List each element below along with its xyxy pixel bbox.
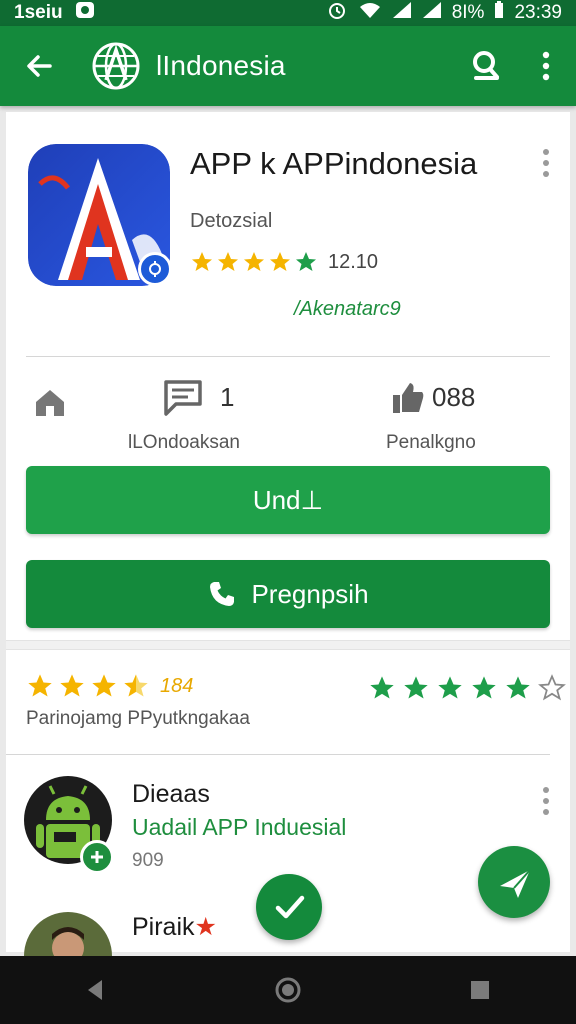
android-badge-icon — [80, 840, 114, 874]
call-button-label: Pregnpsih — [251, 578, 369, 609]
likes-count: 088 — [432, 382, 476, 412]
home-icon[interactable] — [32, 384, 68, 420]
review-author: Piraik★ — [132, 912, 217, 942]
app-detail-card: APP k APPindonesia Detozsial 12.10 /Aken… — [6, 112, 570, 1000]
star-icon — [244, 252, 264, 271]
star-half-icon — [124, 674, 148, 697]
star-icon — [270, 252, 290, 271]
app-name: APP k APPindonesia — [190, 146, 478, 181]
star-icon[interactable] — [402, 674, 430, 702]
check-icon — [275, 895, 305, 919]
notification-icon — [75, 1, 95, 25]
status-time: 23:39 — [514, 2, 562, 23]
app-rating-value: 12.10 — [328, 250, 379, 273]
system-nav-bar — [0, 956, 576, 1024]
phone-icon — [210, 582, 235, 606]
status-left: 1seiu — [14, 1, 95, 25]
star-icon — [60, 674, 84, 697]
nav-home-icon[interactable] — [274, 976, 302, 1004]
wifi-icon — [358, 1, 382, 25]
app-title: lIndonesia — [156, 50, 286, 81]
star-icon: ★ — [194, 913, 217, 941]
rate-this-app-stars[interactable] — [368, 674, 566, 702]
signal-icon-2 — [422, 1, 442, 25]
rating-summary: 184 Parinojamg PPyutkngakaa — [26, 672, 250, 729]
rating-summary-stars: 184 — [26, 672, 193, 700]
star-outline-icon[interactable] — [538, 674, 566, 702]
star-icon — [192, 252, 212, 271]
status-left-text: 1seiu — [14, 2, 63, 23]
star-icon[interactable] — [436, 674, 464, 702]
send-fab[interactable] — [478, 846, 550, 918]
star-icon — [92, 674, 116, 697]
search-icon[interactable] — [468, 48, 504, 84]
arrow-back-icon[interactable] — [20, 46, 60, 86]
battery-icon — [494, 1, 504, 25]
more-vert-icon[interactable] — [536, 784, 556, 818]
send-icon — [500, 869, 531, 898]
review-author-name: Piraik — [132, 913, 195, 941]
nav-recents-icon[interactable] — [466, 976, 494, 1004]
thumbs-up-icon[interactable] — [390, 380, 426, 416]
signal-icon — [392, 1, 412, 25]
review-author: Dieaas — [132, 780, 210, 808]
update-button-label: Und⊥ — [252, 484, 324, 515]
app-rating-stars: 12.10 — [190, 250, 378, 274]
update-button[interactable]: Und⊥ — [26, 466, 550, 534]
status-bar: 1seiu 8I% 23:39 — [0, 0, 576, 26]
rating-caption: Parinojamg PPyutkngakaa — [26, 708, 250, 729]
battery-percent: 8I% — [451, 2, 485, 23]
star-icon[interactable] — [470, 674, 498, 702]
app-bar: lIndonesia — [0, 26, 576, 106]
star-icon — [296, 252, 316, 271]
call-button[interactable]: Pregnpsih — [26, 560, 550, 628]
star-icon — [28, 674, 52, 697]
app-stats: 1 lLOndoaksan 088 Penalkgno — [6, 374, 570, 454]
confirm-fab[interactable] — [256, 874, 322, 940]
globe-logo-icon — [92, 42, 140, 90]
messages-label: lLOndoaksan — [128, 432, 240, 453]
review-meta: 909 — [132, 850, 164, 871]
messages-count: 1 — [220, 382, 235, 412]
divider — [6, 754, 550, 755]
star-icon — [218, 252, 238, 271]
developer-name[interactable]: Detozsial — [190, 210, 272, 233]
divider — [26, 356, 550, 357]
message-icon[interactable] — [162, 378, 204, 418]
star-icon[interactable] — [368, 674, 396, 702]
nav-back-icon[interactable] — [82, 976, 110, 1004]
more-vert-icon[interactable] — [536, 146, 556, 180]
star-icon[interactable] — [504, 674, 532, 702]
app-category[interactable]: /Akenatarc9 — [294, 298, 401, 321]
more-vert-icon[interactable] — [532, 48, 560, 84]
verified-badge-icon — [138, 252, 172, 286]
status-right: 8I% 23:39 — [326, 0, 562, 26]
section-divider — [6, 640, 570, 650]
review-text: Uadail APP Induesial — [132, 814, 347, 840]
alarm-icon — [326, 0, 348, 26]
rating-score: 184 — [160, 674, 194, 697]
likes-label: Penalkgno — [386, 432, 476, 453]
